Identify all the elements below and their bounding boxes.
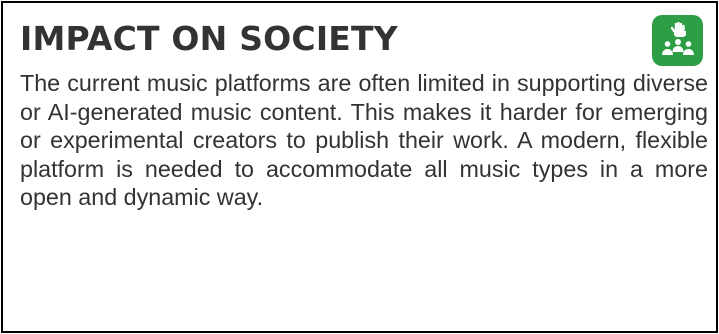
- community-hand-icon: [652, 15, 703, 66]
- card-title: IMPACT ON SOCIETY: [20, 19, 398, 58]
- impact-card: IMPACT ON SOCIETY The current music plat…: [1, 1, 718, 333]
- card-body: The current music platforms are often li…: [20, 70, 708, 210]
